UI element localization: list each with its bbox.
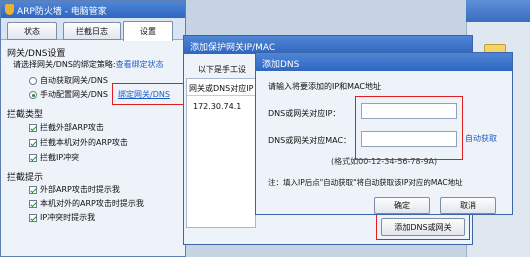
bind-prompt: 请选择网关/DNS的绑定策略:查看绑定状态: [13, 59, 185, 70]
notify-label: 本机对外的ARP攻击时提示我: [40, 199, 144, 208]
col-header: 网关或DNS对应IP: [189, 84, 254, 93]
checkbox[interactable]: [29, 153, 37, 162]
cancel-button[interactable]: 取消: [440, 197, 496, 214]
tab-settings[interactable]: 设置: [123, 21, 173, 41]
protect-table: 网关或DNS对应IP 172.30.74.1: [186, 78, 257, 228]
checkbox[interactable]: [29, 138, 37, 147]
dns-instruction: 请输入将要添加的IP和MAC地址: [268, 82, 382, 91]
notify-label: IP冲突时提示我: [40, 213, 96, 222]
section-notify: 拦截提示: [7, 173, 44, 183]
dns-title: 添加DNS: [262, 60, 300, 70]
ip-label: DNS或网关对应IP：: [268, 109, 341, 118]
intercept-item[interactable]: 拦截外部ARP攻击: [29, 122, 104, 133]
dns-note: 注：填入IP后点"自动获取"将自动获取该IP对应的MAC地址: [268, 178, 463, 187]
notify-item[interactable]: IP冲突时提示我: [29, 212, 95, 223]
notify-item[interactable]: 本机对外的ARP攻击时提示我: [29, 198, 144, 209]
tab-status[interactable]: 状态: [7, 22, 57, 40]
radio-manual-label: 手动配置网关/DNS: [40, 90, 108, 99]
bind-status-link[interactable]: 查看绑定状态: [116, 60, 164, 69]
radio-manual[interactable]: 手动配置网关/DNS: [29, 89, 108, 100]
ok-button[interactable]: 确定: [374, 197, 430, 214]
section-intercept: 拦截类型: [7, 110, 44, 120]
mac-label: DNS或网关对应MAC：: [268, 136, 352, 145]
checkbox[interactable]: [29, 199, 37, 208]
background-titlebar: [466, 0, 530, 22]
intercept-item[interactable]: 拦截IP冲突: [29, 152, 79, 163]
main-window: ARP防火墙 - 电脑管家 状态 拦截日志 设置 网关/DNS设置 请选择网关/…: [0, 0, 186, 257]
bind-prompt-text: 请选择网关/DNS的绑定策略:: [13, 60, 116, 69]
shield-icon: [5, 4, 14, 15]
section-gateway: 网关/DNS设置: [7, 49, 66, 59]
protect-hint: 以下是手工设: [198, 65, 246, 74]
dns-titlebar: 添加DNS: [256, 53, 512, 71]
add-dns-gateway-button[interactable]: 添加DNS或网关: [381, 218, 465, 236]
table-row[interactable]: 172.30.74.1: [193, 102, 241, 111]
intercept-label: 拦截IP冲突: [40, 153, 80, 162]
tab-log[interactable]: 拦截日志: [63, 22, 121, 40]
notify-item[interactable]: 外部ARP攻击时提示我: [29, 184, 120, 195]
radio-manual-button[interactable]: [29, 90, 37, 99]
main-titlebar: ARP防火墙 - 电脑管家: [1, 1, 185, 18]
main-title: ARP防火墙 - 电脑管家: [17, 7, 107, 17]
intercept-label: 拦截本机对外的ARP攻击: [40, 138, 128, 147]
intercept-label: 拦截外部ARP攻击: [40, 123, 104, 132]
checkbox[interactable]: [29, 123, 37, 132]
radio-auto-label: 自动获取网关/DNS: [40, 76, 108, 85]
checkbox[interactable]: [29, 185, 37, 194]
header-divider: [187, 95, 257, 96]
bind-gateway-button[interactable]: 绑定网关/DNS: [118, 89, 170, 100]
radio-auto[interactable]: 自动获取网关/DNS: [29, 75, 108, 86]
notify-label: 外部ARP攻击时提示我: [40, 185, 120, 194]
intercept-item[interactable]: 拦截本机对外的ARP攻击: [29, 137, 128, 148]
checkbox[interactable]: [29, 213, 37, 222]
radio-auto-button[interactable]: [29, 76, 37, 85]
inputs-highlight: [355, 96, 463, 160]
auto-fetch-link[interactable]: 自动获取: [465, 133, 497, 144]
